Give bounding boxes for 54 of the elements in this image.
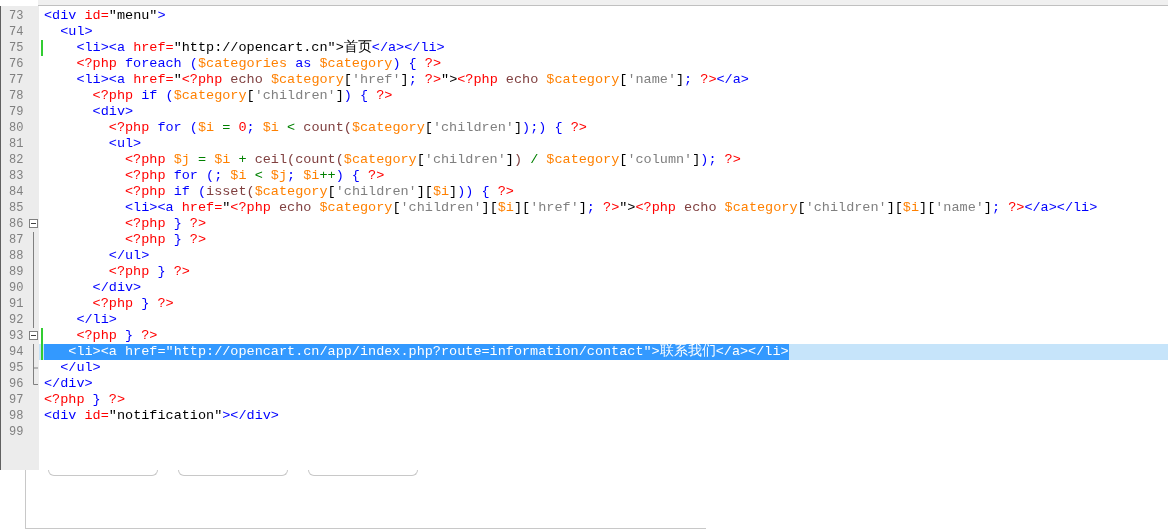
line-number: 95 [9, 360, 24, 376]
line-number: 99 [9, 424, 24, 440]
code-line: <li><a href="<?php echo $category['href']; ?>"><?php echo $category['name']; ?></a> [75, 72, 749, 88]
code-line: <?php } ?> [124, 216, 207, 232]
line-number: 98 [9, 408, 24, 424]
code-line: <?php } ?> [91, 296, 174, 312]
line-number: 87 [9, 232, 24, 248]
code-line: <li><a href="<?php echo $category['children'][$i]['href']; ?>"><?php echo $category['children'][$i]['name']; ?></a></li> [124, 200, 1098, 216]
line-number: 75 [9, 40, 24, 56]
line-number: 91 [9, 296, 24, 312]
code-line: <div id="notification"></div> [44, 408, 279, 424]
line-number: 84 [9, 184, 24, 200]
code-line: </ul> [107, 248, 150, 264]
line-number: 81 [9, 136, 24, 152]
line-number: 82 [9, 152, 24, 168]
line-number: 73 [9, 8, 24, 24]
code-line: <div> [91, 104, 134, 120]
line-number: 90 [9, 280, 24, 296]
line-number: 76 [9, 56, 24, 72]
code-line: <?php if ($category['children']) { ?> [91, 88, 393, 104]
line-number: 74 [9, 24, 24, 40]
code-line: <?php } ?> [75, 328, 158, 344]
code-line: </div> [91, 280, 142, 296]
line-number: 88 [9, 248, 24, 264]
line-number: 96 [9, 376, 24, 392]
code-line: <ul> [107, 136, 142, 152]
line-number: 89 [9, 264, 24, 280]
line-number: 85 [9, 200, 24, 216]
line-number: 79 [9, 104, 24, 120]
line-number: 77 [9, 72, 24, 88]
code-line: <?php } ?> [107, 264, 190, 280]
line-number: 80 [9, 120, 24, 136]
code-line: <?php } ?> [44, 392, 125, 408]
line-number: 86 [9, 216, 24, 232]
line-number: 93 [9, 328, 24, 344]
code-line: <ul> [59, 24, 93, 40]
code-line: <?php for ($i = 0; $i < count($category['children']);) { ?> [107, 120, 587, 136]
code-line: <?php } ?> [124, 232, 207, 248]
line-number: 92 [9, 312, 24, 328]
code-line: <li><a href="http://opencart.cn">首页</a></li> [75, 40, 445, 56]
code-line: </ul> [59, 360, 101, 376]
code-line: <div id="menu"> [44, 8, 166, 24]
code-line: <?php if (isset($category['children'][$i])) { ?> [124, 184, 514, 200]
fold-toggle-icon[interactable] [29, 219, 38, 228]
code-line: <?php for (; $i < $j; $i++) { ?> [124, 168, 385, 184]
fold-toggle-icon[interactable] [29, 331, 38, 340]
line-number: 83 [9, 168, 24, 184]
line-number: 94 [9, 344, 24, 360]
line-number: 97 [9, 392, 24, 408]
code-line: </div> [44, 376, 93, 392]
code-line: </li> [75, 312, 117, 328]
line-number: 78 [9, 88, 24, 104]
code-line: <?php $j = $i + ceil(count($category['children']) / $category['column']); ?> [124, 152, 741, 168]
code-line: <?php foreach ($categories as $category) { ?> [75, 56, 441, 72]
